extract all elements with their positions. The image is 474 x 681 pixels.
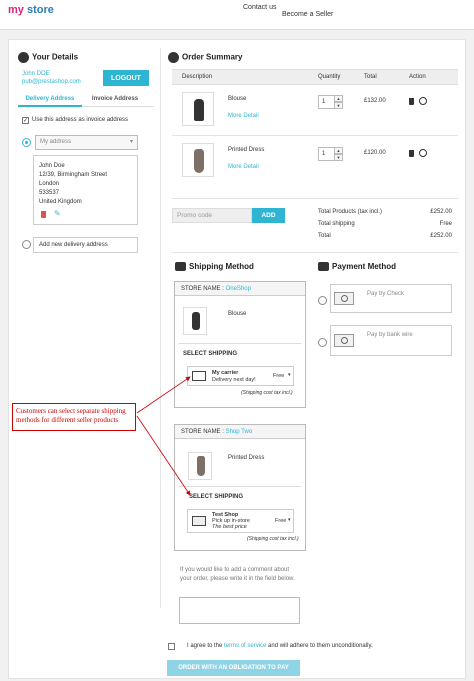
annotation-arrow (136, 376, 191, 414)
annotation-arrow (136, 415, 191, 496)
annotation-arrows (136, 376, 191, 496)
